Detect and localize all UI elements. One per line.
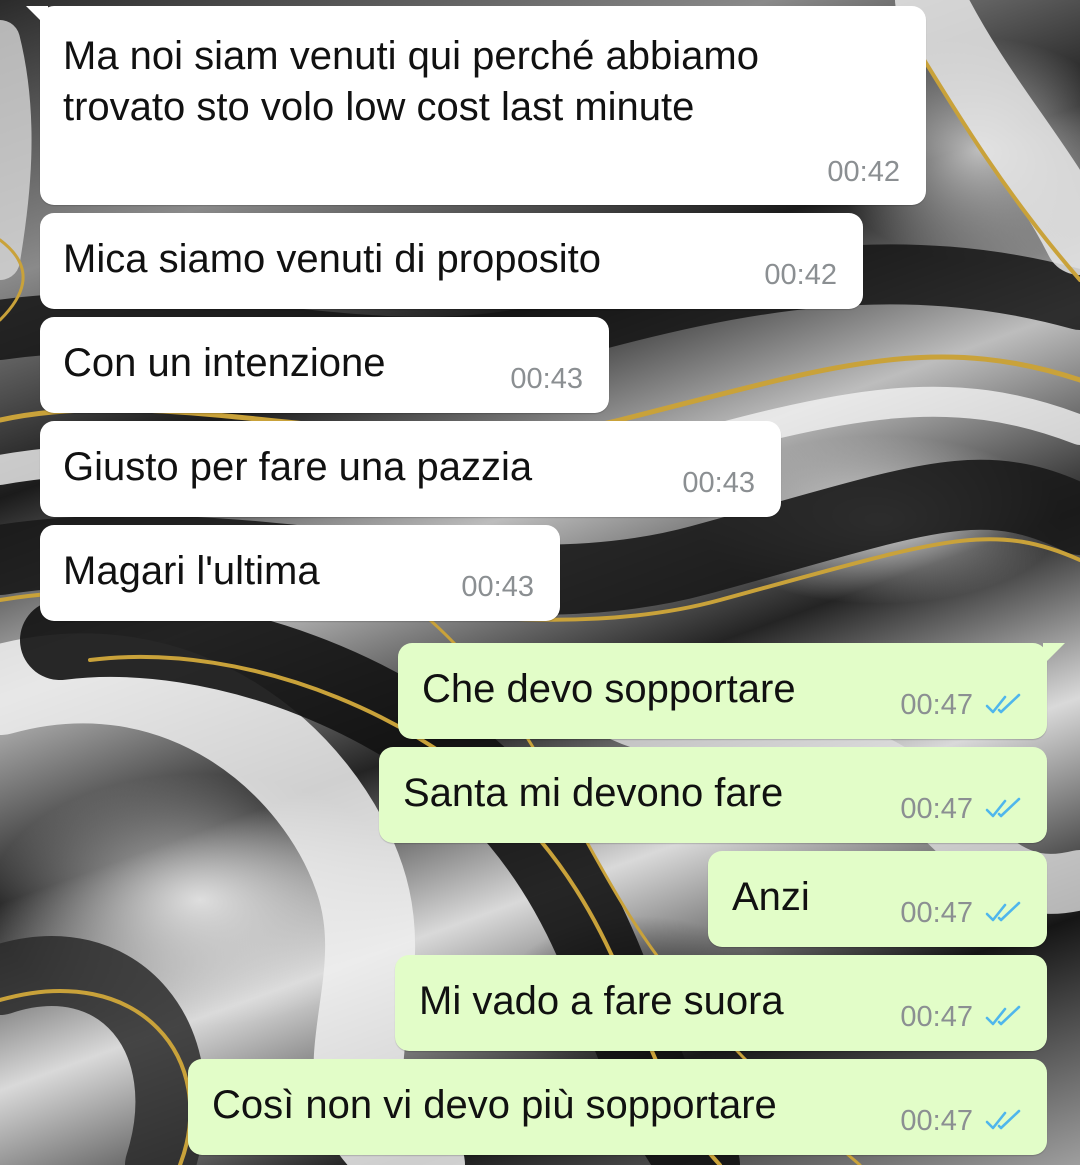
double-check-read-icon <box>985 1005 1021 1026</box>
double-check-read-icon <box>985 1109 1021 1130</box>
message-time: 00:47 <box>900 793 973 825</box>
message-time: 00:42 <box>827 156 900 188</box>
message-bubble-outgoing[interactable]: Anzi 00:47 <box>708 851 1047 947</box>
message-text: Santa mi devono fare <box>403 771 784 815</box>
message-bubble-outgoing[interactable]: Santa mi devono fare 00:47 <box>379 747 1047 843</box>
message-bubble-incoming[interactable]: Giusto per fare una pazzia 00:43 <box>40 421 781 517</box>
double-check-read-icon <box>985 797 1021 818</box>
message-text: Anzi <box>732 875 810 919</box>
message-time: 00:47 <box>900 1001 973 1033</box>
message-bubble-incoming[interactable]: Magari l'ultima 00:43 <box>40 525 560 621</box>
message-bubble-incoming[interactable]: Con un intenzione 00:43 <box>40 317 609 413</box>
message-text: Con un intenzione <box>63 341 386 385</box>
message-bubble-incoming[interactable]: Mica siamo venuti di proposito 00:42 <box>40 213 863 309</box>
message-time: 00:43 <box>682 467 755 499</box>
message-text: Così non vi devo più sopportare <box>212 1083 777 1127</box>
message-bubble-incoming[interactable]: Ma noi siam venuti qui perché abbiamo tr… <box>26 6 926 205</box>
double-check-read-icon <box>985 693 1021 714</box>
bubble-tail <box>26 6 48 28</box>
message-time: 00:43 <box>510 363 583 395</box>
double-check-read-icon <box>985 901 1021 922</box>
message-text: Mi vado a fare suora <box>419 979 784 1023</box>
message-time: 00:47 <box>900 1105 973 1137</box>
message-bubble-outgoing[interactable]: Così non vi devo più sopportare 00:47 <box>188 1059 1047 1155</box>
message-bubble-outgoing[interactable]: Mi vado a fare suora 00:47 <box>395 955 1047 1051</box>
message-text: Giusto per fare una pazzia <box>63 445 533 489</box>
message-text: Mica siamo venuti di proposito <box>63 237 602 281</box>
message-text: Ma noi siam venuti qui perché abbiamo tr… <box>63 34 759 129</box>
message-time: 00:47 <box>900 897 973 929</box>
message-time: 00:42 <box>764 259 837 291</box>
message-bubble-outgoing[interactable]: Che devo sopportare 00:47 <box>398 643 1065 739</box>
message-text: Che devo sopportare <box>422 667 796 711</box>
message-time: 00:43 <box>461 571 534 603</box>
bubble-tail <box>1043 643 1065 665</box>
message-time: 00:47 <box>900 689 973 721</box>
message-text: Magari l'ultima <box>63 549 320 593</box>
